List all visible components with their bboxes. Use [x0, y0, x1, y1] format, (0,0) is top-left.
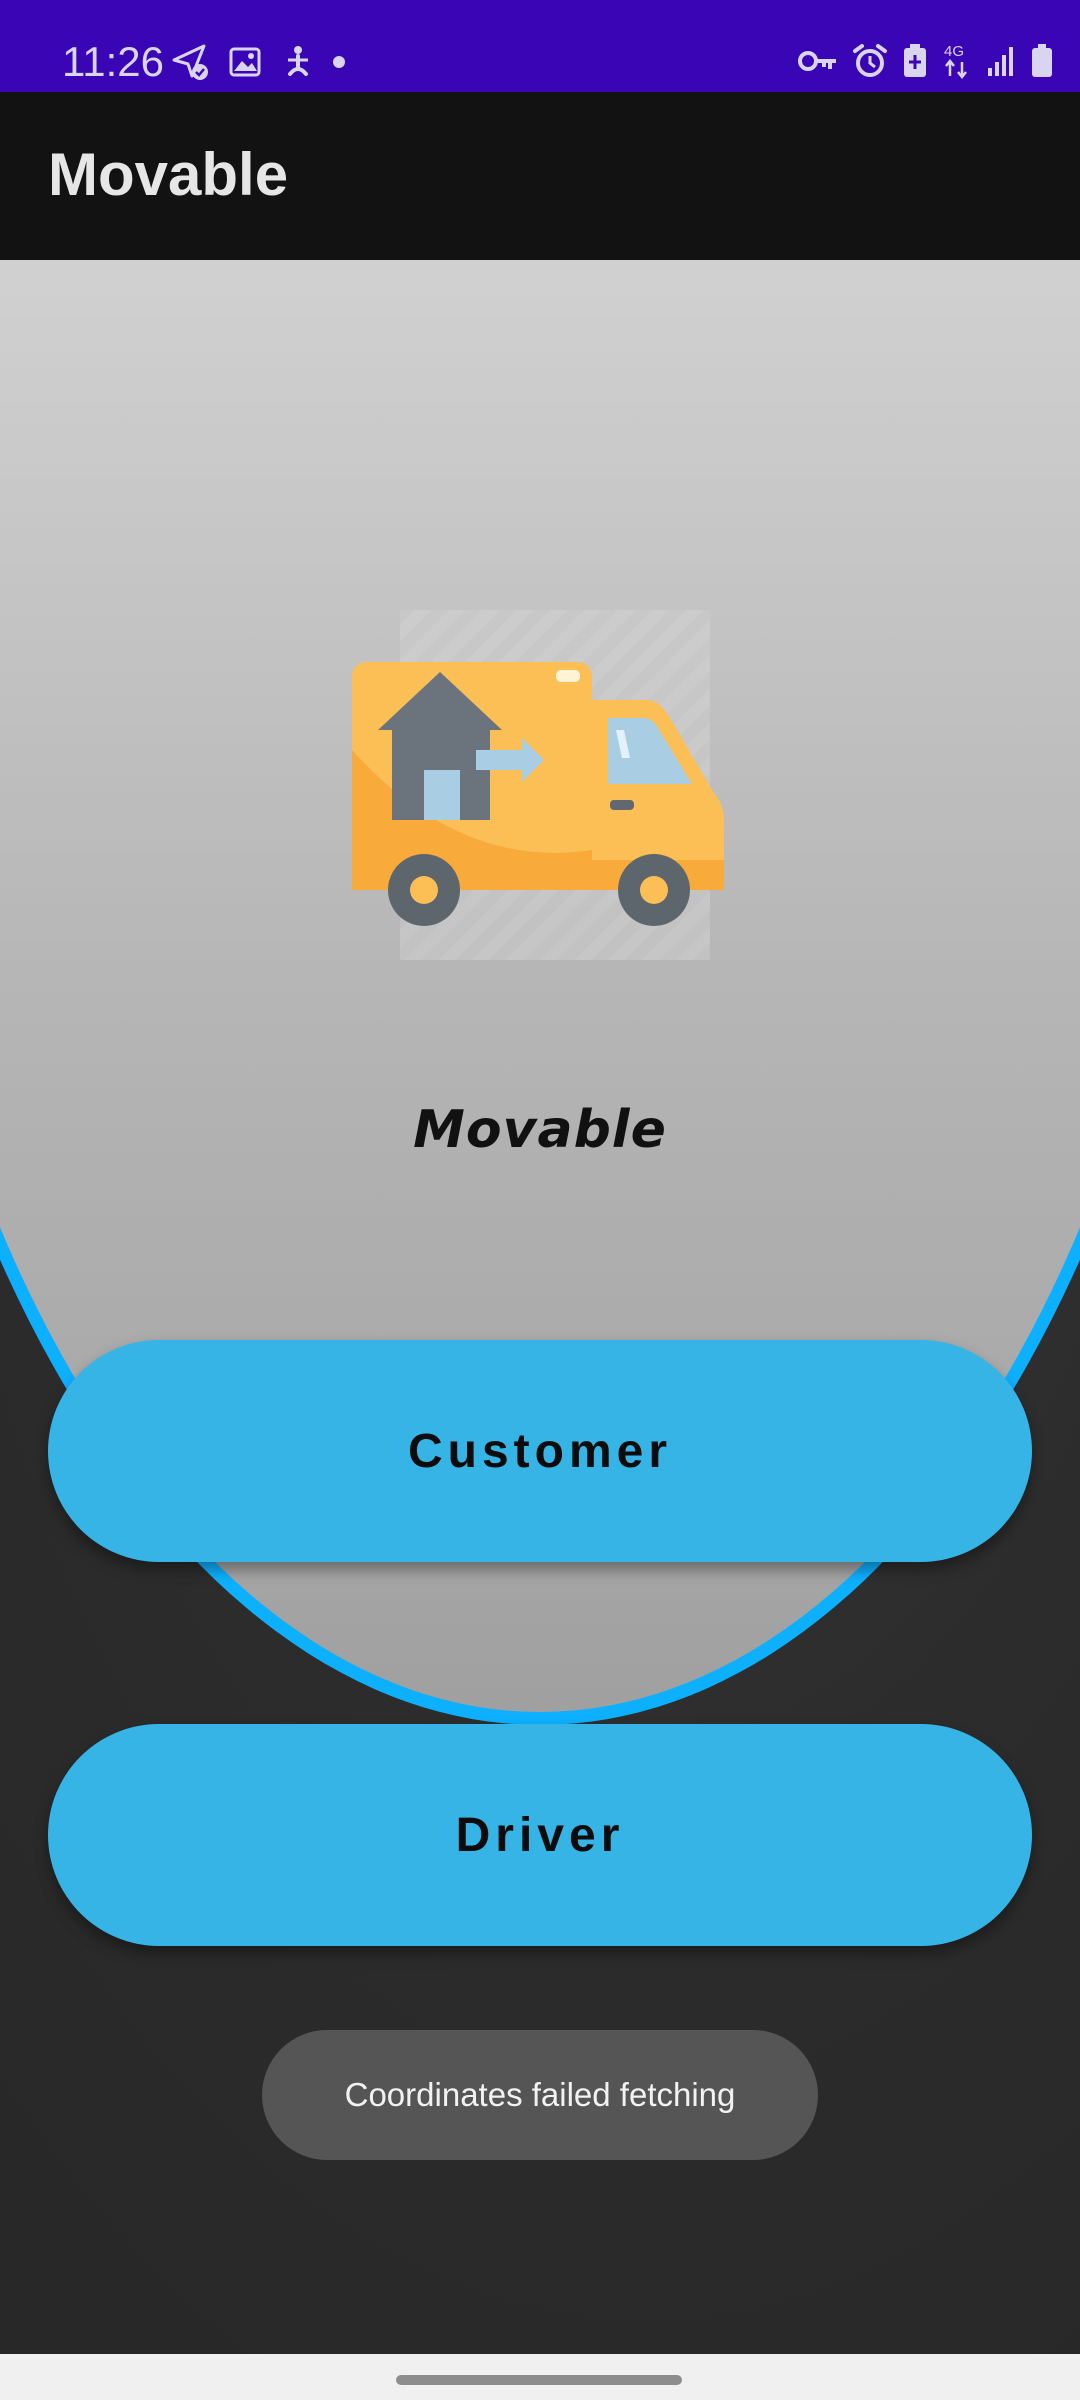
- moving-truck-icon: [340, 600, 740, 1000]
- vpn-key-icon: [798, 46, 838, 76]
- status-bar: 11:26 4G: [0, 0, 1080, 92]
- app-title: Movable: [48, 141, 289, 208]
- location-check-icon: [170, 42, 210, 82]
- app-name: Movable: [413, 1100, 667, 1160]
- app-bar: Movable: [0, 92, 1080, 260]
- battery-saver-icon: [902, 43, 928, 79]
- status-time: 11:26: [62, 38, 164, 85]
- signal-icon: [986, 44, 1016, 78]
- toast-message: Coordinates failed fetching: [262, 2030, 818, 2160]
- screen: 11:26 4G Movable Movable Customer Driver…: [0, 0, 1080, 2400]
- gallery-icon: [228, 45, 262, 79]
- status-left-icons: [170, 42, 346, 82]
- alarm-icon: [852, 43, 888, 79]
- driver-button[interactable]: Driver: [48, 1724, 1032, 1946]
- customer-button[interactable]: Customer: [48, 1340, 1032, 1562]
- main-content: Movable Customer Driver Coordinates fail…: [0, 260, 1080, 2354]
- home-gesture-handle[interactable]: [396, 2375, 682, 2385]
- status-right-icons: 4G: [798, 42, 1054, 80]
- accessibility-icon: [280, 44, 314, 80]
- network-4g-icon: 4G: [942, 42, 972, 80]
- navigation-bar: [0, 2354, 1080, 2400]
- dot-icon: [332, 55, 346, 69]
- network-label: 4G: [944, 43, 964, 60]
- battery-icon: [1030, 43, 1054, 79]
